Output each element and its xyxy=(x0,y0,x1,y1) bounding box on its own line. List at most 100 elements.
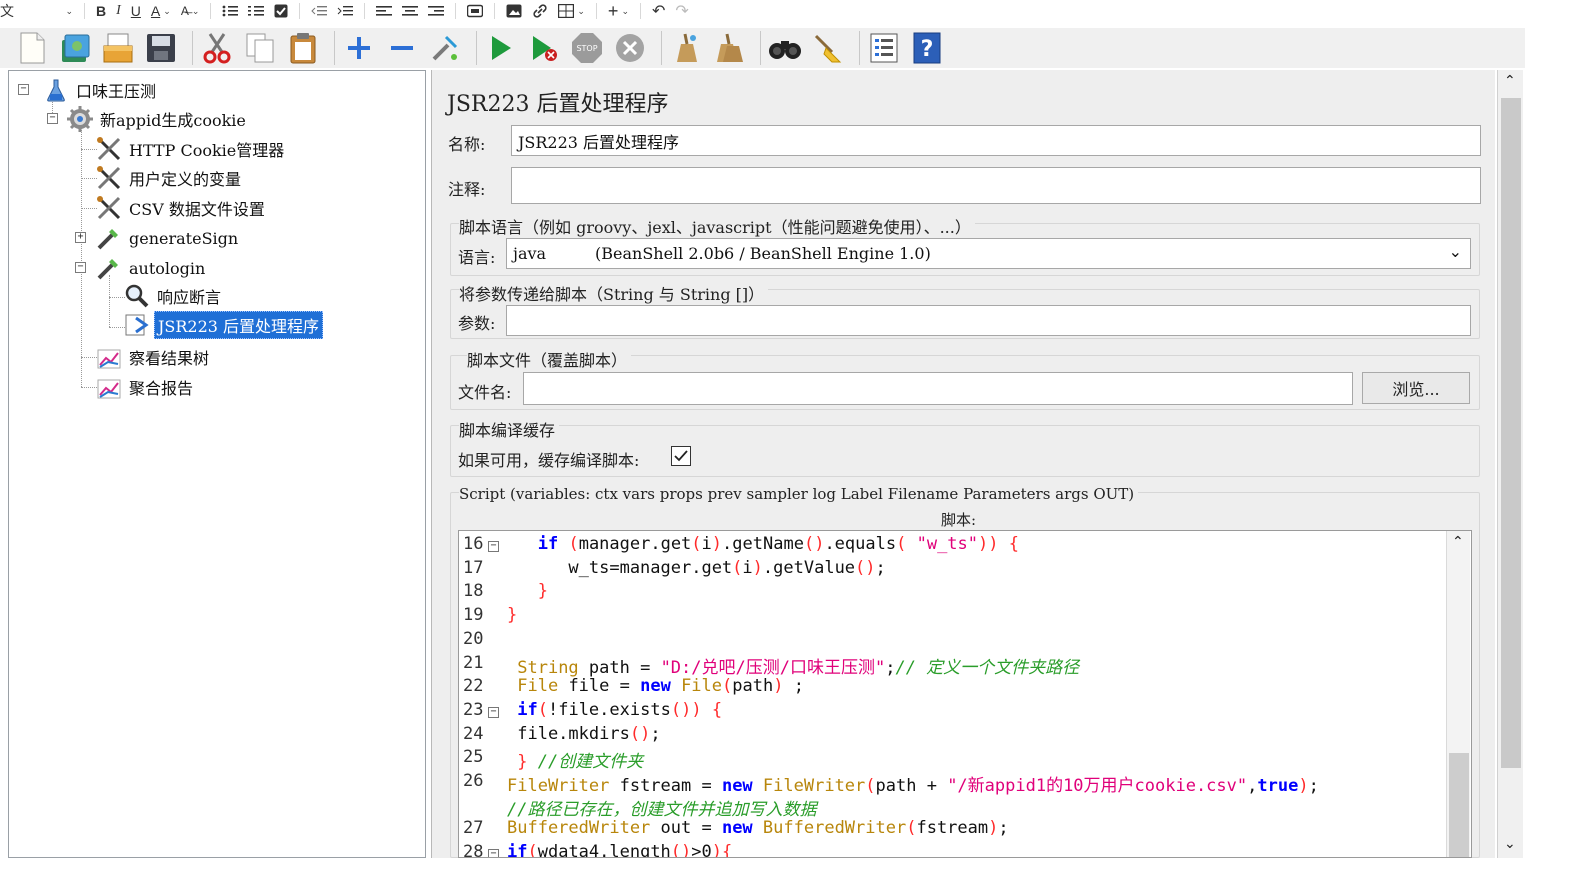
browse-button[interactable]: 浏览... xyxy=(1362,372,1470,404)
tree-node-view-results-tree[interactable]: 察看结果树 xyxy=(96,344,212,370)
cut-icon[interactable] xyxy=(199,30,235,66)
fold-toggle-icon[interactable]: − xyxy=(488,541,499,552)
editor-scrollbar-thumb[interactable] xyxy=(1449,753,1469,857)
indent-icon[interactable] xyxy=(332,0,358,22)
copy-icon[interactable] xyxy=(242,30,278,66)
embed-icon[interactable] xyxy=(462,0,488,22)
link-icon[interactable] xyxy=(527,0,553,22)
tree-node-thread-group[interactable]: 新appid生成cookie xyxy=(67,106,249,132)
highlight-button[interactable]: A̶ ⌄ xyxy=(176,0,205,22)
underline-button[interactable]: U xyxy=(126,0,146,22)
shutdown-icon[interactable] xyxy=(612,30,648,66)
start-icon[interactable] xyxy=(483,30,519,66)
editor-toolbar: 文 ⌄ B I U A ⌄ A̶ ⌄ ⌄ + ⌄ ↶ ↷ xyxy=(0,0,1585,22)
svg-text:STOP: STOP xyxy=(576,44,597,53)
image-icon[interactable] xyxy=(501,0,527,22)
checkbox-icon[interactable] xyxy=(269,0,293,22)
tree-expand-toggle[interactable]: + xyxy=(75,232,86,243)
help-icon[interactable]: ? xyxy=(909,30,945,66)
table-icon[interactable]: ⌄ xyxy=(553,0,590,22)
align-right-icon[interactable] xyxy=(423,0,449,22)
tree-node-jsr223-postprocessor[interactable]: JSR223 后置处理程序 xyxy=(124,311,324,339)
line-number: 18 xyxy=(463,581,484,602)
clear-icon[interactable] xyxy=(668,30,704,66)
tree-node-label: HTTP Cookie管理器 xyxy=(129,141,285,160)
templates-icon[interactable] xyxy=(57,30,93,66)
tree-collapse-toggle[interactable]: − xyxy=(75,262,86,273)
tree-node-label: autologin xyxy=(129,258,206,278)
tree-node-aggregate-report[interactable]: 聚合报告 xyxy=(96,374,196,400)
paste-icon[interactable] xyxy=(285,30,321,66)
collapse-icon[interactable] xyxy=(384,30,420,66)
align-center-icon[interactable] xyxy=(397,0,423,22)
start-no-pause-icon[interactable] xyxy=(526,30,562,66)
tree-node-autologin[interactable]: autologin xyxy=(96,255,208,281)
redo-icon[interactable]: ↷ xyxy=(670,0,693,22)
outdent-icon[interactable] xyxy=(306,0,332,22)
tree-node-label: 察看结果树 xyxy=(129,349,210,368)
script-params-group-title: 将参数传递给脚本（String 与 String []） xyxy=(459,281,769,305)
tree-connector xyxy=(109,275,110,327)
panel-scrollbar-thumb[interactable] xyxy=(1501,98,1521,768)
divider xyxy=(455,3,457,19)
comment-field[interactable] xyxy=(511,167,1481,204)
align-left-icon[interactable] xyxy=(371,0,397,22)
panel-title: JSR223 后置处理程序 xyxy=(447,92,669,117)
thread-group-icon xyxy=(67,106,93,132)
tree-node-cookie-manager[interactable]: HTTP Cookie管理器 xyxy=(96,136,287,162)
language-value: java xyxy=(513,244,547,263)
tree-collapse-toggle[interactable]: − xyxy=(18,84,29,95)
cache-checkbox[interactable] xyxy=(671,446,691,466)
editor-scrollbar[interactable]: ⌃ xyxy=(1446,531,1470,857)
language-select[interactable]: java (BeanShell 2.0b6 / BeanShell Engine… xyxy=(506,238,1471,269)
fold-toggle-icon[interactable]: − xyxy=(488,706,499,718)
script-group-title: Script (variables: ctx vars props prev s… xyxy=(459,485,1139,503)
stop-icon[interactable]: STOP xyxy=(569,30,605,66)
filename-label: 文件名: xyxy=(458,383,512,402)
tree-node-response-assertion[interactable]: 响应断言 xyxy=(124,283,224,309)
tree-collapse-toggle[interactable]: − xyxy=(47,113,58,124)
divider xyxy=(639,3,641,19)
tree-node-test-plan[interactable]: 口味王压测 xyxy=(43,77,159,103)
params-label: 参数: xyxy=(458,314,496,333)
toggle-icon[interactable] xyxy=(427,30,463,66)
tree-node-csv-data-set[interactable]: CSV 数据文件设置 xyxy=(96,195,268,221)
chevron-up-icon[interactable]: ⌃ xyxy=(1504,73,1516,89)
chevron-up-icon[interactable]: ⌃ xyxy=(1452,534,1464,550)
new-icon[interactable] xyxy=(14,30,50,66)
name-field[interactable]: JSR223 后置处理程序 xyxy=(511,125,1481,156)
code-line: w_ts=manager.get(i).getValue(); xyxy=(507,557,886,578)
tree-node-label: CSV 数据文件设置 xyxy=(129,200,265,219)
bullet-list-icon[interactable] xyxy=(217,0,243,22)
expand-icon[interactable] xyxy=(341,30,377,66)
search-icon[interactable] xyxy=(767,30,803,66)
save-icon[interactable] xyxy=(143,30,179,66)
clear-all-icon[interactable] xyxy=(711,30,747,66)
reset-search-icon[interactable] xyxy=(810,30,846,66)
script-editor[interactable]: 16−17 18 19 20 21 22 23−24 25 26 27 28− if (manage… xyxy=(458,530,1472,858)
chevron-down-icon[interactable]: ⌄ xyxy=(1504,836,1516,852)
compilation-cache-group-title: 脚本编译缓存 xyxy=(459,417,560,441)
bold-button[interactable]: B xyxy=(91,0,111,22)
divider xyxy=(859,31,860,65)
code-line: File file = new File(path) ; xyxy=(517,676,804,697)
open-icon[interactable] xyxy=(100,30,136,66)
insert-icon[interactable]: + ⌄ xyxy=(603,0,634,22)
divider xyxy=(192,31,193,65)
tree-node-generatesign[interactable]: generateSign xyxy=(96,225,241,251)
filename-field[interactable] xyxy=(523,372,1353,405)
text-color-button[interactable]: A ⌄ xyxy=(146,0,176,22)
undo-icon[interactable]: ↶ xyxy=(647,0,670,22)
panel-scrollbar[interactable]: ⌃ ⌄ xyxy=(1497,70,1523,858)
tree-node-user-variables[interactable]: 用户定义的变量 xyxy=(96,165,244,191)
line-number: 25 xyxy=(463,747,484,768)
fold-toggle-icon[interactable]: − xyxy=(488,849,499,857)
italic-button[interactable]: I xyxy=(111,0,126,22)
numbered-list-icon[interactable] xyxy=(243,0,269,22)
highlight-label: A̶ xyxy=(180,4,189,18)
function-helper-icon[interactable] xyxy=(866,30,902,66)
params-field[interactable] xyxy=(506,305,1471,336)
tree-node-label: JSR223 后置处理程序 xyxy=(154,311,324,339)
font-dropdown[interactable]: 文 ⌄ xyxy=(0,0,78,22)
config-element-icon xyxy=(96,165,122,191)
